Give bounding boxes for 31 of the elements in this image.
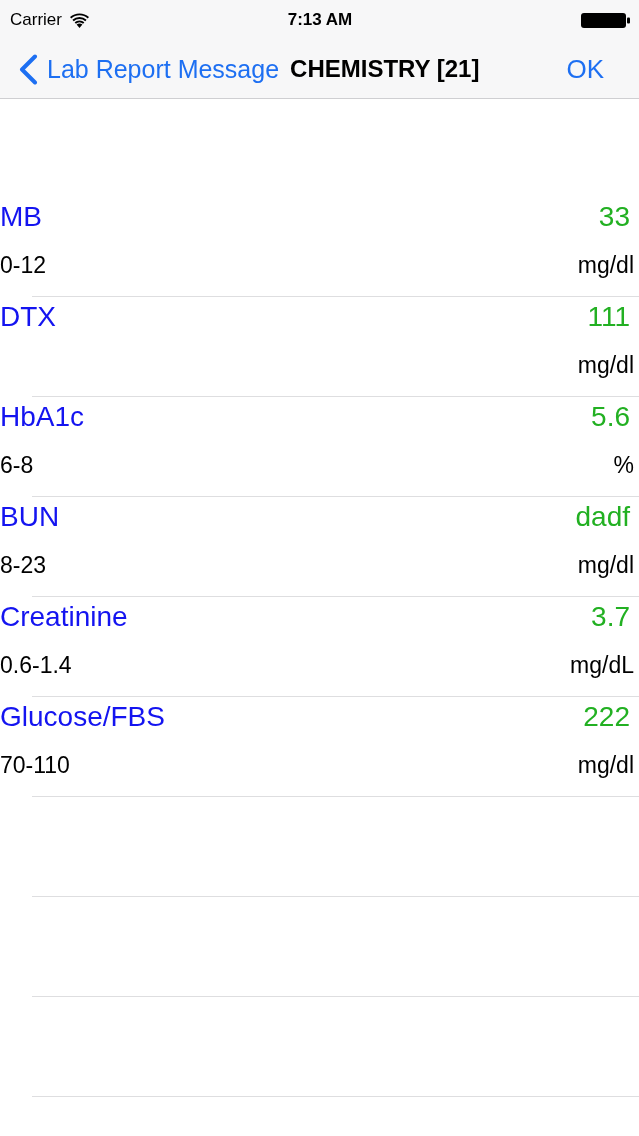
test-value: 111 [587, 301, 630, 333]
chevron-left-icon [18, 53, 38, 85]
test-name: HbA1c [0, 401, 85, 433]
test-name: BUN [0, 501, 60, 533]
test-value: 3.7 [591, 601, 630, 633]
test-name: DTX [0, 301, 56, 333]
unit-label: mg/dl [577, 251, 634, 279]
test-value: dadf [575, 501, 630, 533]
unit-label: mg/dl [577, 351, 634, 379]
unit-label: mg/dl [577, 751, 634, 779]
test-name: Glucose/FBS [0, 701, 165, 733]
unit-label: % [613, 451, 634, 479]
clock-time: 7:13 AM [287, 10, 353, 30]
reference-range: 0-12 [0, 251, 47, 279]
test-value: 33 [598, 201, 630, 233]
test-name: MB [0, 201, 42, 233]
ok-button[interactable]: OK [566, 53, 604, 85]
unit-label: mg/dl [577, 551, 634, 579]
test-name: Creatinine [0, 601, 128, 633]
reference-range: 70-110 [0, 751, 70, 779]
wifi-icon [69, 12, 89, 28]
unit-label: mg/dL [570, 651, 634, 679]
carrier-label: Carrier [10, 10, 62, 30]
reference-range: 8-23 [0, 551, 47, 579]
test-value: 222 [583, 701, 630, 733]
back-button[interactable]: Lab Report Message [18, 53, 280, 85]
reference-range: 6-8 [0, 451, 34, 479]
battery-icon [581, 12, 630, 28]
screen-title: CHEMISTRY [21] [290, 55, 480, 83]
reference-range: 0.6-1.4 [0, 651, 72, 679]
test-value: 5.6 [591, 401, 630, 433]
